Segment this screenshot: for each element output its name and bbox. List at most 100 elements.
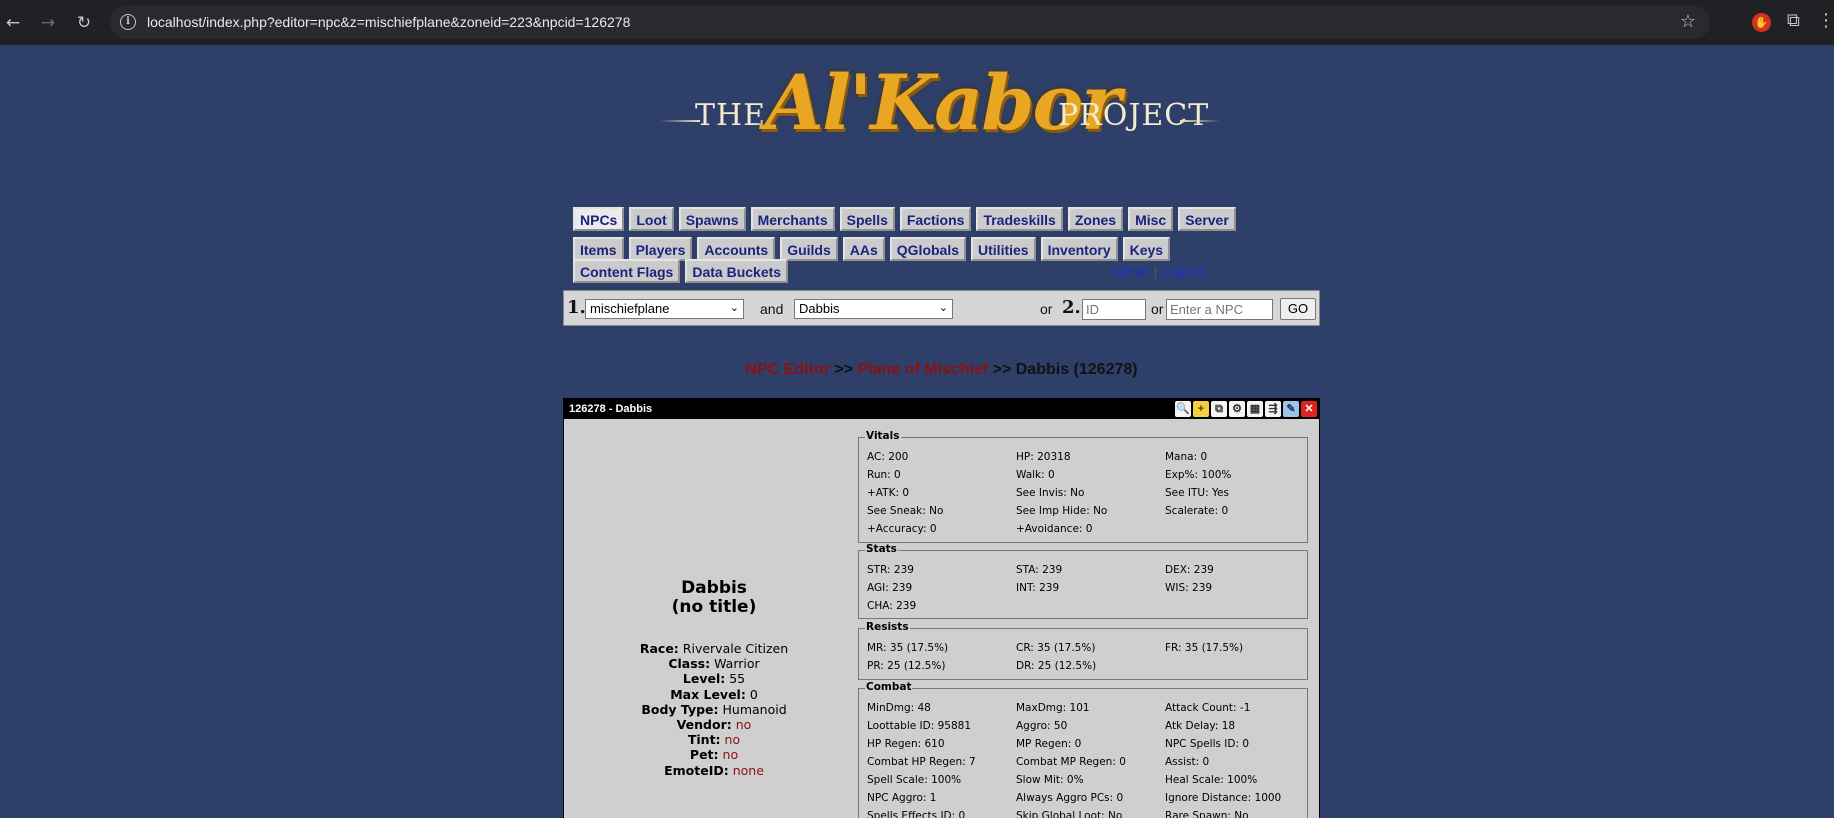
tab-misc[interactable]: Misc xyxy=(1128,207,1174,231)
copy-icon[interactable]: ⧉ xyxy=(1211,401,1227,417)
npc-title: (no title) xyxy=(671,597,757,617)
vitals-field: +Avoidance: 0 xyxy=(1016,523,1093,535)
or-label-2: or xyxy=(1151,301,1164,317)
stats-field: DEX: 239 xyxy=(1165,564,1214,576)
resists-field: MR: 35 (17.5%) xyxy=(867,642,949,654)
emote-value[interactable]: none xyxy=(733,763,764,778)
bookmark-star-icon[interactable]: ☆ xyxy=(1680,11,1696,32)
tab-players[interactable]: Players xyxy=(628,237,693,261)
logo-line-right xyxy=(1180,120,1220,122)
search-icon[interactable]: 🔍 xyxy=(1175,401,1191,417)
tab-zones[interactable]: Zones xyxy=(1067,207,1124,231)
race-value: Rivervale Citizen xyxy=(682,641,789,656)
tab-factions[interactable]: Factions xyxy=(899,207,972,231)
tab-merchants[interactable]: Merchants xyxy=(750,207,835,231)
tab-inventory[interactable]: Inventory xyxy=(1040,237,1118,261)
tab-keys[interactable]: Keys xyxy=(1122,237,1171,261)
level-label: Level: xyxy=(682,671,726,687)
tab-guilds[interactable]: Guilds xyxy=(780,237,838,261)
vitals-field: Run: 0 xyxy=(867,469,901,481)
tab-tradeskills[interactable]: Tradeskills xyxy=(976,207,1063,231)
vendor-value[interactable]: no xyxy=(736,717,752,732)
combat-field: Rare Spawn: No xyxy=(1165,810,1249,818)
breadcrumb-sep: >> xyxy=(992,361,1012,378)
breadcrumb-current: Dabbis (126278) xyxy=(1015,361,1138,378)
tab-npcs[interactable]: NPCs xyxy=(573,207,625,231)
resists-legend: Resists xyxy=(865,621,910,633)
extension-icon[interactable]: ✋ xyxy=(1752,13,1771,32)
combat-field: HP Regen: 610 xyxy=(867,738,945,750)
forward-icon[interactable]: → xyxy=(37,12,59,34)
vitals-field xyxy=(1165,520,1305,538)
vendor-label: Vendor: xyxy=(676,717,732,733)
add-icon[interactable]: + xyxy=(1193,401,1209,417)
step-two-label: 2. xyxy=(1062,297,1081,318)
admin-link[interactable]: Admin xyxy=(1110,263,1150,279)
stats-field xyxy=(1165,597,1305,615)
logo-the: THE xyxy=(695,98,767,133)
logo-line-left xyxy=(660,120,700,122)
stats-field: AGI: 239 xyxy=(867,582,913,594)
tab-server[interactable]: Server xyxy=(1178,207,1236,231)
tab-spawns[interactable]: Spawns xyxy=(678,207,746,231)
spawn-icon[interactable]: ⇶ xyxy=(1265,401,1281,417)
breadcrumb-zone[interactable]: Plane of Mischief xyxy=(857,361,988,378)
npc-summary: Dabbis (no title) Race: Rivervale Citize… xyxy=(564,419,864,818)
logout-link[interactable]: Logout xyxy=(1161,263,1204,279)
reload-icon[interactable]: ↻ xyxy=(73,12,95,34)
stats-field: STA: 239 xyxy=(1016,564,1063,576)
breadcrumb-sep: >> xyxy=(834,361,853,378)
tab-qglobals[interactable]: QGlobals xyxy=(889,237,967,261)
main-nav-row2: Items Players Accounts Guilds AAs QGlobals Uti… xyxy=(573,237,1171,261)
gear-icon[interactable]: ⚙ xyxy=(1229,401,1245,417)
step-one-label: 1. xyxy=(567,297,586,318)
combat-field: Assist: 0 xyxy=(1165,756,1210,768)
tab-data-buckets[interactable]: Data Buckets xyxy=(685,259,789,283)
class-label: Class: xyxy=(668,656,711,672)
edit-icon[interactable]: ✎ xyxy=(1283,401,1299,417)
tint-value[interactable]: no xyxy=(725,732,741,747)
chevron-down-icon: ⌄ xyxy=(729,302,739,314)
combat-field: Spells Effects ID: 0 xyxy=(867,810,966,818)
combat-field: Atk Delay: 18 xyxy=(1165,720,1236,732)
tab-utilities[interactable]: Utilities xyxy=(971,237,1036,261)
tab-aas[interactable]: AAs xyxy=(842,237,885,261)
go-button[interactable]: GO xyxy=(1280,298,1316,320)
race-label: Race: xyxy=(639,641,679,656)
combat-field: Spell Scale: 100% xyxy=(867,774,962,786)
resists-field: CR: 35 (17.5%) xyxy=(1016,642,1096,654)
resists-grid: MR: 35 (17.5%) CR: 35 (17.5%) FR: 35 (17.5… xyxy=(867,639,1305,675)
vitals-fieldset: Vitals AC: 200 HP: 20318 Mana: 0 Run: 0 Walk… xyxy=(858,430,1308,543)
tab-items[interactable]: Items xyxy=(573,237,624,261)
site-info-icon[interactable]: i xyxy=(120,14,136,30)
tab-accounts[interactable]: Accounts xyxy=(697,237,776,261)
npc-name-input[interactable] xyxy=(1166,299,1273,320)
breadcrumb-npc-editor[interactable]: NPC Editor xyxy=(745,361,829,378)
table-icon[interactable]: ▦ xyxy=(1247,401,1263,417)
tab-content-flags[interactable]: Content Flags xyxy=(573,259,681,283)
extensions-puzzle-icon[interactable]: ⧉ xyxy=(1787,10,1800,31)
main-nav-row3: Content Flags Data Buckets xyxy=(573,259,789,283)
npc-select[interactable]: Dabbis ⌄ xyxy=(794,299,953,319)
vitals-field: AC: 200 xyxy=(867,451,909,463)
panel-title: 126278 - Dabbis xyxy=(569,403,653,415)
combat-field: Heal Scale: 100% xyxy=(1165,774,1258,786)
url-text[interactable]: localhost/index.php?editor=npc&z=mischie… xyxy=(147,14,630,30)
combat-field: NPC Spells ID: 0 xyxy=(1165,738,1250,750)
emote-label: EmoteID: xyxy=(664,762,729,778)
tab-loot[interactable]: Loot xyxy=(629,207,674,231)
tint-row: Tint: no xyxy=(564,732,864,747)
resists-field: FR: 35 (17.5%) xyxy=(1165,642,1244,654)
admin-links: Admin | Logout xyxy=(1110,263,1204,279)
address-bar[interactable]: i localhost/index.php?editor=npc&z=misch… xyxy=(110,6,1710,39)
zone-select[interactable]: mischiefplane ⌄ xyxy=(585,299,744,319)
vitals-field: Exp%: 100% xyxy=(1165,469,1232,481)
npc-id-input[interactable] xyxy=(1082,299,1146,320)
tab-spells[interactable]: Spells xyxy=(839,207,895,231)
delete-icon[interactable]: ✕ xyxy=(1301,401,1317,417)
site-logo: THE Al'Kabor PROJECT xyxy=(655,48,1225,188)
back-icon[interactable]: ← xyxy=(2,12,24,34)
pet-value[interactable]: no xyxy=(723,747,739,762)
vitals-field: See Sneak: No xyxy=(867,505,944,517)
browser-menu-icon[interactable]: ⋮ xyxy=(1817,10,1834,31)
